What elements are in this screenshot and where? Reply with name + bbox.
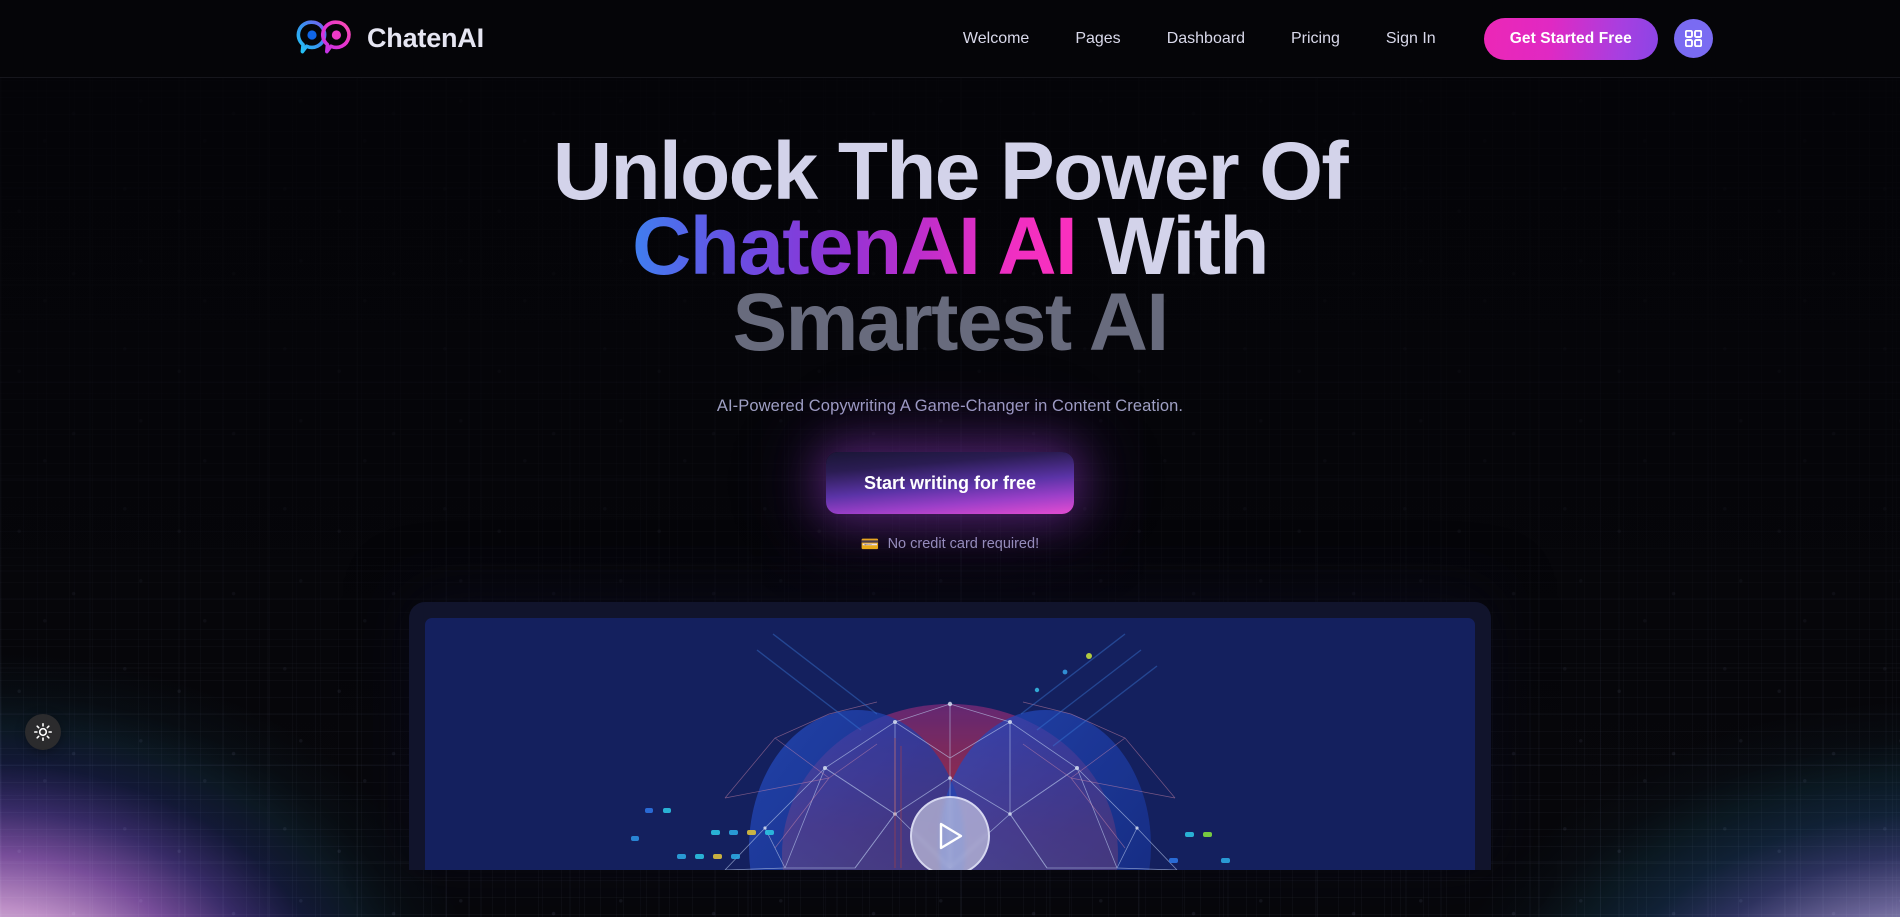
hero-video-card bbox=[409, 602, 1491, 871]
theme-toggle-button[interactable] bbox=[25, 714, 61, 750]
apps-grid-button[interactable] bbox=[1673, 19, 1713, 58]
nav-link-welcome[interactable]: Welcome bbox=[963, 22, 1029, 56]
dual-chat-bubble-logo-icon bbox=[296, 19, 351, 53]
credit-card-icon: 💳 bbox=[860, 535, 880, 553]
get-started-free-button[interactable]: Get Started Free bbox=[1483, 17, 1658, 60]
landing-page: ChatenAI Welcome Pages Dashboard Pricing… bbox=[0, 0, 1900, 917]
primary-navigation: Welcome Pages Dashboard Pricing Sign In bbox=[963, 22, 1436, 56]
apps-grid-icon bbox=[1684, 30, 1702, 47]
hero-section: Unlock The Power Of ChatenAI AI With Sma… bbox=[0, 78, 1900, 552]
hero-cta-wrapper: Start writing for free bbox=[0, 452, 1900, 515]
hero-subtitle: AI-Powered Copywriting A Game-Changer in… bbox=[716, 397, 1184, 416]
video-thumbnail[interactable] bbox=[425, 618, 1475, 871]
sun-brightness-icon bbox=[34, 723, 52, 741]
headline-line-1: Unlock The Power Of bbox=[552, 126, 1349, 217]
nav-link-dashboard[interactable]: Dashboard bbox=[1167, 22, 1245, 56]
no-credit-card-note: 💳 No credit card required! bbox=[0, 536, 1900, 552]
headline-line-3: Smartest AI bbox=[732, 276, 1169, 368]
nav-link-pricing[interactable]: Pricing bbox=[1291, 22, 1340, 56]
no-credit-card-text: No credit card required! bbox=[887, 536, 1040, 553]
play-video-button[interactable] bbox=[910, 796, 990, 871]
brand-logo[interactable]: ChatenAI bbox=[296, 19, 484, 59]
page-title: Unlock The Power Of ChatenAI AI With Sma… bbox=[0, 126, 1900, 368]
start-writing-for-free-button[interactable]: Start writing for free bbox=[826, 452, 1074, 515]
nav-link-pages[interactable]: Pages bbox=[1075, 22, 1120, 56]
header-actions: Get Started Free bbox=[1483, 17, 1713, 60]
play-triangle-icon bbox=[939, 823, 963, 850]
headline-line-2: ChatenAI AI With bbox=[0, 206, 1900, 288]
brand-name: ChatenAI bbox=[367, 23, 484, 53]
site-header: ChatenAI Welcome Pages Dashboard Pricing… bbox=[0, 0, 1900, 78]
nav-link-sign-in[interactable]: Sign In bbox=[1386, 22, 1436, 56]
